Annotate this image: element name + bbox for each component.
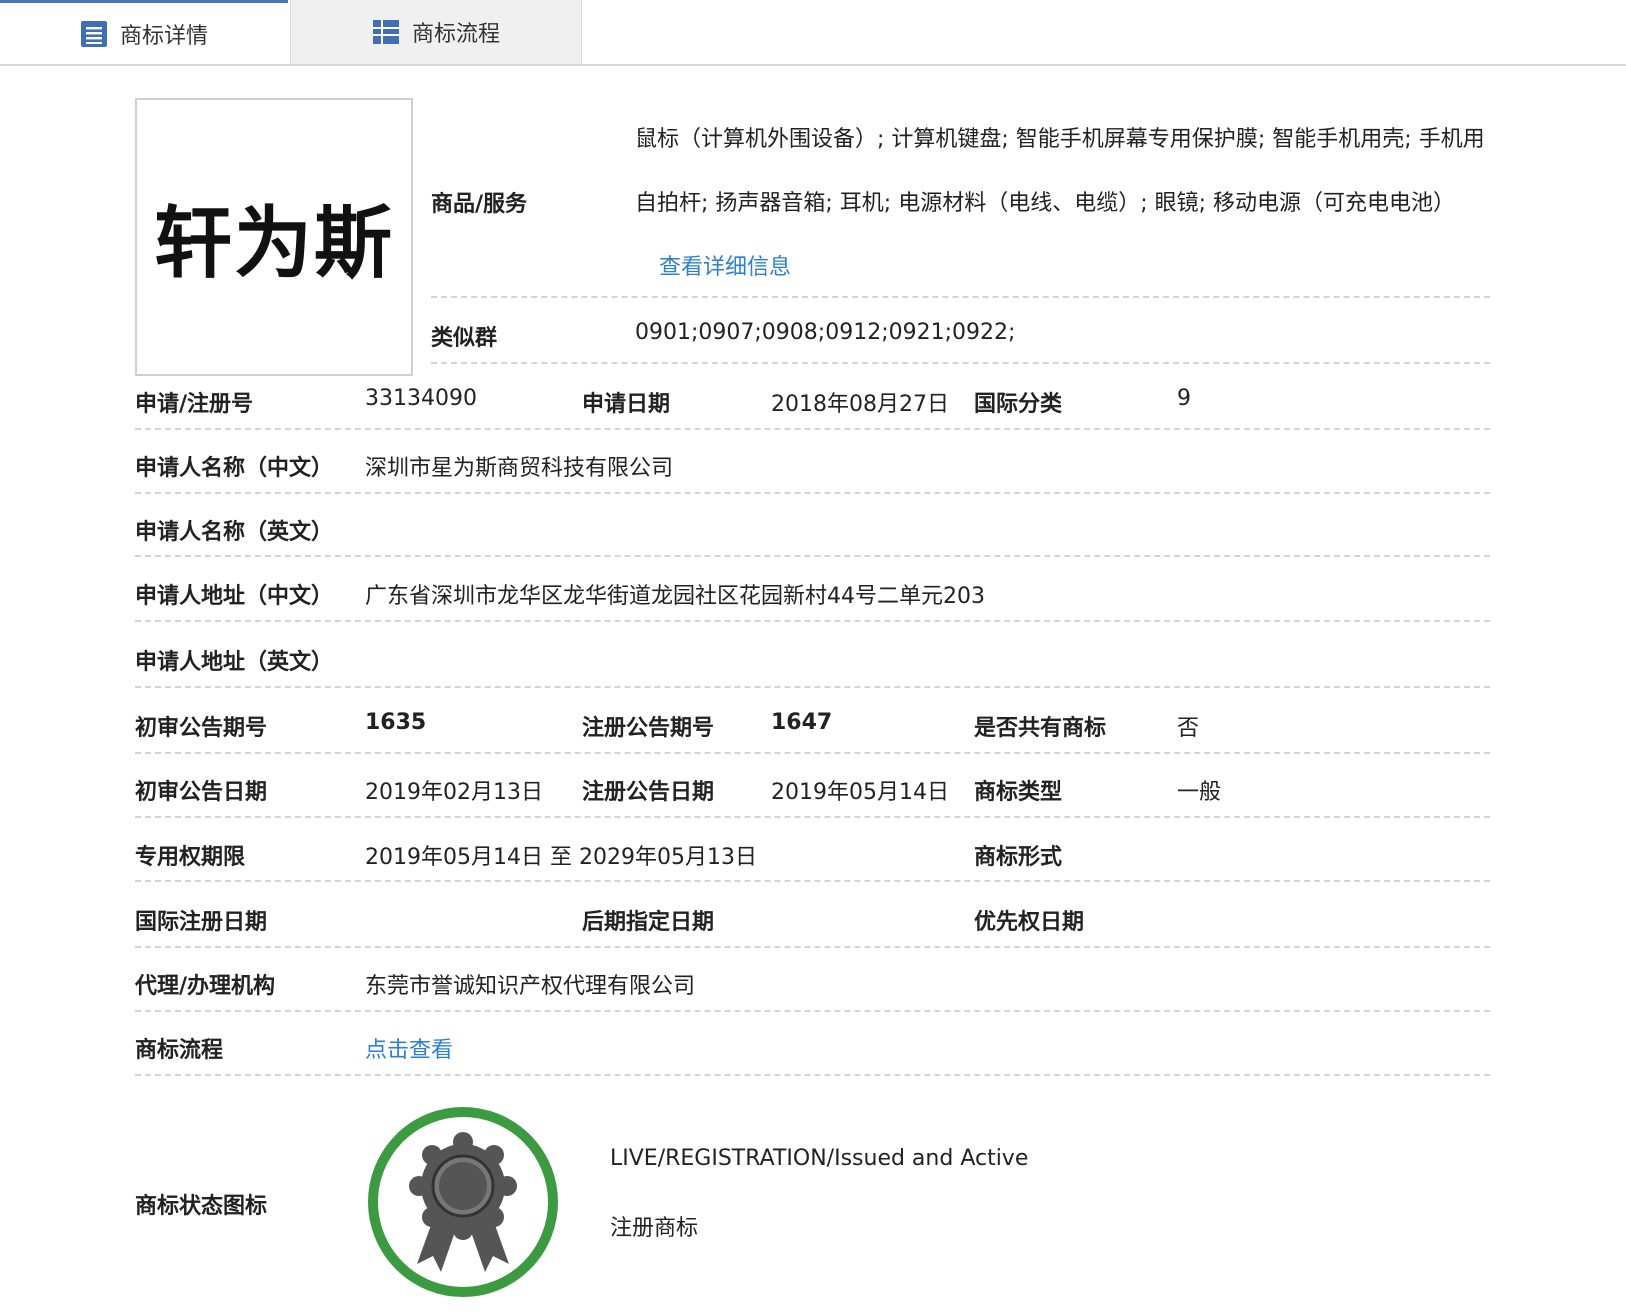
divider: [431, 362, 1490, 364]
tab-trademark-details[interactable]: 商标详情: [0, 0, 288, 64]
divider: [135, 686, 1490, 688]
grid-list-icon: [372, 20, 399, 44]
address-en-label: 申请人地址（英文）: [135, 650, 334, 675]
divider: [135, 428, 1490, 430]
status-chinese: 注册商标: [610, 1216, 699, 1241]
similar-group-label: 类似群: [431, 326, 498, 351]
prelim-issue-value: 1635: [365, 710, 427, 735]
divider: [431, 296, 1490, 298]
address-cn-value: 广东省深圳市龙华区龙华街道龙园社区花园新村44号二单元203: [365, 584, 985, 609]
applicant-en-label: 申请人名称（英文）: [135, 520, 334, 545]
reg-date-label: 注册公告日期: [582, 780, 715, 805]
list-icon: [80, 20, 107, 47]
applicant-cn-label: 申请人名称（中文）: [135, 456, 334, 481]
applicant-cn-value: 深圳市星为斯商贸科技有限公司: [365, 456, 674, 481]
later-designation-date-label: 后期指定日期: [582, 910, 715, 935]
similar-group-value: 0901;0907;0908;0912;0921;0922;: [635, 320, 1016, 345]
agent-value: 东莞市誉诚知识产权代理有限公司: [365, 974, 696, 999]
shared-mark-label: 是否共有商标: [974, 716, 1107, 741]
process-view-link[interactable]: 点击查看: [365, 1032, 453, 1064]
process-label: 商标流程: [135, 1038, 224, 1063]
goods-services-value: 鼠标（计算机外围设备）; 计算机键盘; 智能手机屏幕专用保护膜; 智能手机用壳;…: [635, 108, 1495, 300]
goods-services-text: 鼠标（计算机外围设备）; 计算机键盘; 智能手机屏幕专用保护膜; 智能手机用壳;…: [635, 127, 1485, 216]
status-icon-label: 商标状态图标: [135, 1194, 268, 1219]
priority-date-label: 优先权日期: [974, 910, 1085, 935]
apply-date-label: 申请日期: [582, 392, 671, 417]
divider: [135, 880, 1490, 882]
reg-issue-label: 注册公告期号: [582, 716, 715, 741]
mark-form-label: 商标形式: [974, 845, 1063, 870]
intl-reg-date-label: 国际注册日期: [135, 910, 268, 935]
divider: [135, 752, 1490, 754]
tab-trademark-process[interactable]: 商标流程: [290, 0, 582, 64]
divider: [135, 946, 1490, 948]
agent-label: 代理/办理机构: [135, 974, 276, 999]
divider: [135, 620, 1490, 622]
tab-label: 商标详情: [119, 23, 208, 49]
status-english: LIVE/REGISTRATION/Issued and Active: [610, 1146, 1029, 1171]
view-details-link[interactable]: 查看详细信息: [659, 255, 791, 280]
intl-class-value: 9: [1177, 386, 1191, 411]
prelim-date-value: 2019年02月13日: [365, 780, 543, 805]
divider: [135, 816, 1490, 818]
divider: [135, 1010, 1490, 1012]
trademark-image: 轩为斯: [135, 98, 413, 376]
divider: [135, 492, 1490, 494]
reg-date-value: 2019年05月14日: [771, 780, 949, 805]
prelim-date-label: 初审公告日期: [135, 780, 268, 805]
mark-type-value: 一般: [1177, 780, 1222, 805]
tab-bar: 商标详情 商标流程: [0, 0, 1626, 66]
tab-label: 商标流程: [411, 22, 500, 47]
registered-badge-icon: [368, 1107, 558, 1297]
reg-issue-value: 1647: [771, 710, 833, 735]
trademark-mark-text: 轩为斯: [153, 199, 394, 289]
trademark-detail-panel: 轩为斯 商品/服务 鼠标（计算机外围设备）; 计算机键盘; 智能手机屏幕专用保护…: [135, 98, 1490, 1314]
divider: [135, 1074, 1490, 1076]
intl-class-label: 国际分类: [974, 392, 1063, 417]
exclusive-term-value: 2019年05月14日 至 2029年05月13日: [365, 845, 757, 870]
address-cn-label: 申请人地址（中文）: [135, 584, 334, 609]
apply-date-value: 2018年08月27日: [771, 392, 949, 417]
shared-mark-value: 否: [1177, 716, 1200, 741]
reg-no-label: 申请/注册号: [135, 392, 254, 417]
divider: [135, 555, 1490, 557]
exclusive-term-label: 专用权期限: [135, 845, 246, 870]
mark-type-label: 商标类型: [974, 780, 1063, 805]
prelim-issue-label: 初审公告期号: [135, 716, 268, 741]
goods-services-label: 商品/服务: [431, 192, 528, 217]
reg-no-value: 33134090: [365, 386, 477, 411]
